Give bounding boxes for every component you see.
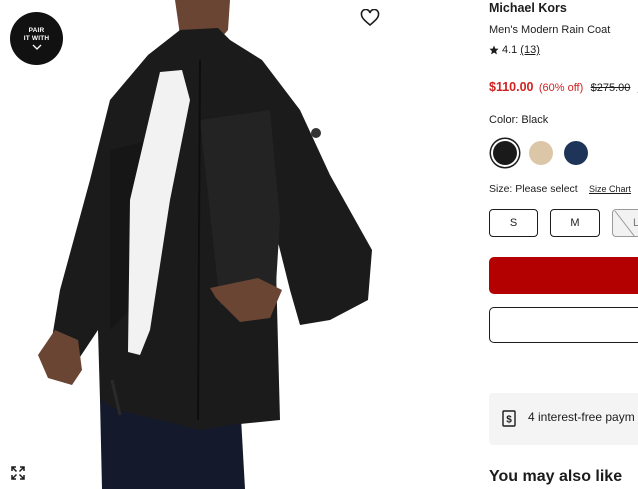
original-price: $275.00	[590, 82, 631, 94]
discount-percent: (60% off)	[538, 82, 584, 94]
product-image[interactable]	[0, 0, 470, 489]
add-to-list-button[interactable]	[489, 307, 638, 343]
sale-price: $110.00	[489, 80, 534, 94]
installment-text: 4 interest-free paym	[528, 410, 635, 424]
pair-it-with-line2: IT WITH	[23, 35, 50, 42]
size-option-s[interactable]: S	[489, 209, 538, 237]
size-option-label: S	[509, 217, 518, 229]
product-title: Men's Modern Rain Coat	[489, 24, 611, 36]
expand-icon[interactable]	[10, 465, 26, 481]
add-to-bag-button[interactable]	[489, 257, 638, 294]
size-option-l[interactable]: L	[612, 209, 638, 237]
color-swatch-khaki[interactable]	[529, 141, 553, 165]
product-info-panel: Michael Kors Men's Modern Rain Coat 4.1 …	[489, 0, 638, 489]
heart-icon[interactable]	[360, 9, 380, 27]
svg-text:$: $	[506, 415, 512, 426]
size-chart-link[interactable]: Size Chart	[589, 184, 631, 194]
star-icon	[489, 45, 499, 55]
color-swatch-black[interactable]	[493, 141, 517, 165]
brand-link[interactable]: Michael Kors	[489, 1, 567, 15]
recommendations-heading: You may also like	[489, 468, 623, 485]
size-option-m[interactable]: M	[550, 209, 600, 237]
size-label: Size: Please select	[489, 183, 578, 195]
installment-payment-banner[interactable]: $ 4 interest-free paym	[489, 393, 638, 445]
unavailable-strike-icon	[614, 210, 635, 236]
size-option-label: M	[570, 217, 580, 229]
pair-it-with-button[interactable]: PAIR IT WITH	[10, 12, 63, 65]
review-count-link[interactable]: (13)	[520, 44, 540, 56]
chevron-down-icon	[32, 44, 41, 50]
product-image-gallery: PAIR IT WITH	[0, 0, 470, 489]
color-label: Color: Black	[489, 114, 549, 126]
price-block: $110.00 (60% off) $275.00 D	[489, 80, 638, 94]
color-swatch-navy[interactable]	[564, 141, 588, 165]
pair-it-with-line1: PAIR	[28, 27, 45, 34]
product-rating[interactable]: 4.1 (13)	[489, 44, 540, 56]
rating-value: 4.1	[502, 44, 518, 56]
dollar-receipt-icon: $	[502, 410, 516, 427]
